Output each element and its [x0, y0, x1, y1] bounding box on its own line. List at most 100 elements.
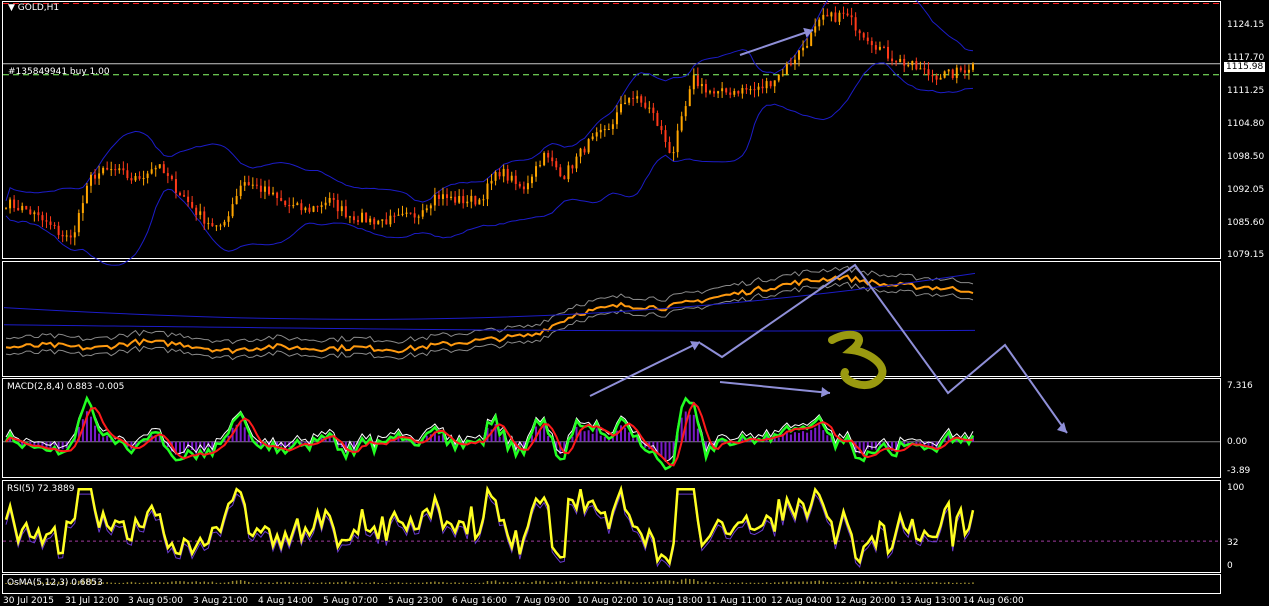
candle-body [781, 74, 784, 76]
candle-body [37, 212, 40, 216]
candle-body [207, 223, 210, 225]
candle-body [223, 221, 226, 226]
candle-body [927, 69, 930, 76]
candle-body [429, 205, 432, 209]
ma-slow-line [3, 324, 976, 332]
x-axis-tick-label: 31 Jul 12:00 [65, 596, 119, 606]
ma-divergence-arrow [589, 341, 701, 397]
candle-body [765, 81, 768, 89]
candle-body [134, 176, 137, 181]
candle-body [899, 58, 902, 63]
candle-body [632, 97, 635, 99]
candle-body [692, 75, 695, 90]
candle-body [191, 202, 194, 208]
candle-body [563, 176, 566, 180]
candle-body [486, 183, 489, 200]
candle-body [789, 63, 792, 65]
candle-body [9, 199, 12, 209]
candle-body [259, 185, 262, 192]
candle-body [802, 47, 805, 51]
candle-body [530, 176, 533, 184]
candle-body [652, 107, 655, 113]
candle-body [741, 88, 744, 94]
candle-body [971, 63, 974, 70]
macd-y-tick: 0.00 [1227, 437, 1248, 447]
candle-body [174, 179, 177, 193]
candle-body [725, 88, 728, 93]
candle-body [862, 33, 865, 38]
candle-body [187, 196, 190, 203]
candle-body [733, 90, 736, 95]
rsi-title: RSI(5) 72.3889 [7, 484, 75, 494]
candle-body [138, 176, 141, 179]
candle-body [166, 173, 169, 176]
candle-body [13, 199, 16, 208]
macd-signal-white [5, 396, 974, 463]
candle-body [393, 215, 396, 217]
candle-body [567, 165, 570, 180]
candle-body [102, 167, 105, 174]
main-y-tick: 1117.70 [1227, 53, 1265, 63]
candle-body [745, 88, 748, 90]
candle-body [183, 195, 186, 197]
candle-body [664, 130, 667, 142]
candle-body [231, 204, 234, 217]
candle-body [320, 205, 323, 207]
candle-body [146, 173, 149, 178]
x-axis-tick-label: 5 Aug 07:00 [323, 596, 378, 606]
rsi-chart [3, 484, 1220, 569]
candle-body [579, 148, 582, 157]
candle-body [154, 167, 157, 170]
candle-body [114, 169, 117, 171]
candle-body [866, 37, 869, 42]
candle-body [94, 174, 97, 179]
candle-body [89, 174, 92, 186]
candle-body [328, 197, 331, 203]
candle-body [409, 212, 412, 214]
candle-body [559, 167, 562, 177]
candle-body [838, 12, 841, 22]
main-price-chart [3, 0, 1220, 266]
candle-body [704, 83, 707, 93]
candle-body [268, 186, 271, 195]
projection-zigzag [699, 263, 1068, 434]
candle-body [619, 104, 622, 113]
candle-body [352, 216, 355, 221]
main-y-tick: 1111.25 [1227, 86, 1265, 96]
x-axis-tick-label: 6 Aug 16:00 [452, 596, 507, 606]
candle-body [77, 213, 80, 233]
candle-body [878, 46, 881, 50]
candle-body [721, 88, 724, 92]
candle-body [57, 225, 60, 235]
dropdown-triangle-icon[interactable]: ▼ [8, 3, 15, 13]
candle-body [405, 212, 408, 214]
candle-body [595, 132, 598, 137]
ma-panel-frame [2, 261, 1221, 377]
candle-body [688, 89, 691, 107]
main-y-tick: 1104.80 [1227, 119, 1265, 129]
candle-body [69, 235, 72, 238]
candle-body [170, 175, 173, 180]
candle-body [555, 161, 558, 168]
rsi-y-tick: 32 [1227, 538, 1239, 548]
main-y-tick: 1124.15 [1227, 20, 1265, 30]
candle-body [672, 152, 675, 154]
candle-body [575, 156, 578, 169]
candle-body [292, 205, 295, 207]
macd-divergence-arrow [719, 381, 831, 394]
candle-body [850, 15, 853, 18]
candle-body [247, 182, 250, 186]
candle-body [858, 30, 861, 34]
candle-body [696, 75, 699, 87]
candle-body [943, 71, 946, 78]
candle-body [296, 203, 299, 206]
candle-body [502, 168, 505, 177]
x-axis-tick-label: 10 Aug 18:00 [642, 596, 703, 606]
candle-body [446, 194, 449, 198]
candle-body [636, 96, 639, 99]
candle-body [462, 196, 465, 204]
candle-body [17, 207, 20, 211]
x-axis-tick-label: 13 Aug 13:00 [900, 596, 961, 606]
candle-body [539, 165, 542, 167]
chart-canvas[interactable] [0, 0, 1269, 606]
